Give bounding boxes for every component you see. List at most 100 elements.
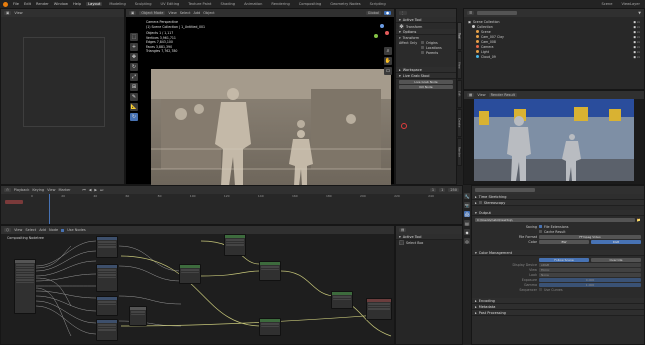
keying-menu[interactable]: Keying <box>32 188 44 192</box>
view-transform-field[interactable]: Filmic <box>539 267 641 272</box>
menu-window[interactable]: Window <box>54 2 68 6</box>
current-frame-field[interactable]: 1 <box>429 188 437 192</box>
active-tool-section[interactable]: ▾ Active Tool <box>396 17 456 23</box>
select-box-icon[interactable]: ⬚ <box>130 33 138 41</box>
stereoscopy-section[interactable]: ▸ Stereoscopy <box>472 200 644 206</box>
gamma-slider[interactable]: 1.000 <box>539 282 641 287</box>
annotate-icon[interactable]: ✎ <box>130 93 138 101</box>
z-axis-icon[interactable] <box>380 24 384 28</box>
view-menu[interactable]: View <box>14 11 22 15</box>
timeline-ruler[interactable]: 0 20 40 60 80 100 120 140 160 180 200 220 240 <box>1 194 464 199</box>
color-rgb-button[interactable]: RGB <box>591 239 641 244</box>
tab-geometry-nodes[interactable]: Geometry Nodes <box>328 2 362 6</box>
pan-icon[interactable]: ✋ <box>384 57 392 65</box>
cache-result-checkbox[interactable] <box>539 230 542 233</box>
scene-tab-icon[interactable]: ◆ <box>464 229 470 235</box>
compositor-node[interactable] <box>96 236 118 258</box>
eye-icon[interactable]: ◉ ▭ <box>633 50 640 54</box>
outliner-row[interactable]: Cloud_09 <box>468 54 640 59</box>
compositor-node[interactable] <box>129 306 147 326</box>
view-menu[interactable]: View <box>477 93 485 97</box>
properties-search[interactable] <box>475 188 535 192</box>
tab-modeling[interactable]: Modeling <box>107 2 127 6</box>
marker-menu[interactable]: Marker <box>58 188 70 192</box>
display-device-field[interactable]: sRGB <box>539 262 641 267</box>
tab-view[interactable]: View <box>457 51 462 79</box>
view-layer-tab-icon[interactable]: ▤ <box>464 220 470 226</box>
color-bw-button[interactable]: BW <box>539 239 589 244</box>
compositor-node[interactable] <box>96 296 118 316</box>
menu-file[interactable]: File <box>13 2 19 6</box>
scene-selector[interactable]: Scene <box>599 2 614 6</box>
compositor-node[interactable] <box>96 319 118 341</box>
menu-render[interactable]: Render <box>36 2 49 6</box>
output-section[interactable]: ▾ Output <box>472 210 644 216</box>
editor-type-button[interactable]: ☰ <box>467 11 475 15</box>
tab-animation[interactable]: Animation <box>242 2 264 6</box>
tool-tab-icon[interactable]: 🔧 <box>464 193 470 199</box>
measure-icon[interactable]: 📐 <box>130 103 138 111</box>
tab-uv-editing[interactable]: UV Editing <box>159 2 182 6</box>
eye-icon[interactable]: ◉ ▭ <box>633 45 640 49</box>
navigation-gizmo[interactable] <box>372 23 390 41</box>
play-icon[interactable]: ▶ <box>94 188 97 192</box>
menu-edit[interactable]: Edit <box>24 2 31 6</box>
active-tool-icon[interactable]: ↻ <box>130 113 138 121</box>
jump-end-icon[interactable]: ⏭ <box>100 188 103 192</box>
left-view-area[interactable]: ▣ View <box>0 8 125 185</box>
origins-checkbox[interactable] <box>421 41 424 44</box>
compositor-node[interactable] <box>259 318 281 336</box>
tab-layout[interactable]: Layout <box>86 2 103 6</box>
move-icon[interactable]: ✥ <box>130 53 138 61</box>
compositor-node[interactable] <box>224 234 246 256</box>
timeline[interactable]: ⏱ Playback Keying View Marker ⏮ ◀ ▶ ⏭ 1 … <box>0 185 463 225</box>
eye-icon[interactable]: ◉ ▭ <box>633 20 640 24</box>
outliner-search[interactable] <box>477 11 518 15</box>
panel-options-button[interactable]: ⋮ <box>399 11 407 15</box>
compositor-node[interactable] <box>96 264 118 292</box>
image-editor[interactable]: ▦ View Render Result <box>463 90 645 185</box>
eye-icon[interactable]: ◉ ▭ <box>633 55 640 59</box>
eye-icon[interactable]: ◉ ▭ <box>633 40 640 44</box>
editor-type-button[interactable]: ▤ <box>399 228 407 232</box>
use-curves-checkbox[interactable] <box>539 288 542 291</box>
object-menu[interactable]: Object <box>203 11 214 15</box>
view-menu[interactable]: View <box>168 11 176 15</box>
tab-render[interactable]: Render <box>457 138 462 166</box>
compositor-node[interactable] <box>179 264 201 284</box>
playback-menu[interactable]: Playback <box>14 188 30 192</box>
select-box-row[interactable]: ⬚ Select Box <box>396 240 462 246</box>
summary-track[interactable] <box>5 200 23 204</box>
locations-checkbox[interactable] <box>421 46 424 49</box>
tab-tool[interactable]: Tool <box>457 22 462 50</box>
output-tab-icon[interactable]: 🖨 <box>464 211 470 217</box>
record-icon[interactable] <box>401 123 407 129</box>
playhead[interactable] <box>49 194 50 224</box>
shading-solid-button[interactable]: ● <box>383 11 391 15</box>
tab-scripting[interactable]: Scripting <box>368 2 388 6</box>
output-path-field[interactable]: C:\Users\mato\Desktop\ <box>475 217 635 222</box>
rotate-icon[interactable]: ↻ <box>130 63 138 71</box>
jump-start-icon[interactable]: ⏮ <box>83 188 86 192</box>
select-menu[interactable]: Select <box>180 11 191 15</box>
play-reverse-icon[interactable]: ◀ <box>89 188 92 192</box>
view-menu[interactable]: View <box>47 188 55 192</box>
tab-compositing[interactable]: Compositing <box>297 2 324 6</box>
blender-logo-icon[interactable] <box>3 1 8 7</box>
follow-scene-button[interactable]: Follow Scene <box>539 257 589 262</box>
tab-rendering[interactable]: Rendering <box>269 2 291 6</box>
transform-orientation[interactable]: Global <box>365 11 381 15</box>
world-tab-icon[interactable]: ◎ <box>464 238 470 244</box>
zoom-icon[interactable]: ⌕ <box>384 47 392 55</box>
add-menu[interactable]: Add <box>194 11 201 15</box>
look-field[interactable]: None <box>539 272 641 277</box>
end-frame-field[interactable]: 250 <box>448 188 459 192</box>
camera-icon[interactable]: ▭ <box>384 67 392 75</box>
node-editor[interactable]: ⬡ View Select Add Node Use Nodes Composi… <box>0 225 395 345</box>
input-node[interactable] <box>14 259 36 314</box>
editor-type-button[interactable]: ▦ <box>467 93 475 97</box>
tab-create[interactable]: Create <box>457 109 462 137</box>
render-tab-icon[interactable]: 📷 <box>464 202 470 208</box>
tab-shading[interactable]: Shading <box>218 2 237 6</box>
tab-edit[interactable]: Edit <box>457 80 462 108</box>
